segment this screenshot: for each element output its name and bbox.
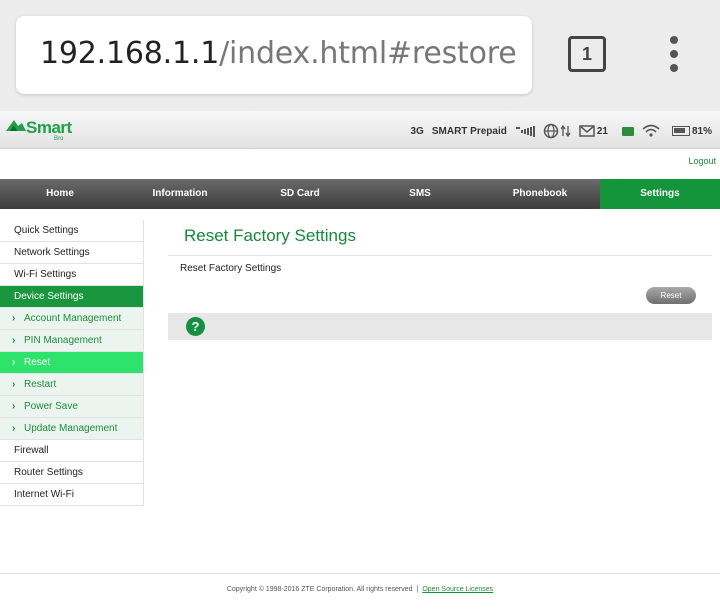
wifi-icon <box>642 124 660 138</box>
smart-logo[interactable]: Smart Bro <box>6 117 76 145</box>
carrier-name: SMART Prepaid <box>431 125 507 137</box>
sidebar-item-device-settings[interactable]: Device Settings <box>0 286 144 308</box>
logo-subtext: Bro <box>54 136 64 142</box>
sidebar-item-restart[interactable]: › Restart <box>0 374 144 396</box>
sms-count: 21 <box>596 125 608 137</box>
sidebar-item-label: PIN Management <box>24 335 102 346</box>
tab-switcher-button[interactable]: 1 <box>568 36 606 72</box>
settings-sidebar: Quick Settings Network Settings Wi-Fi Se… <box>0 220 144 506</box>
chevron-right-icon: › <box>12 357 16 368</box>
sidebar-item-firewall[interactable]: Firewall <box>0 440 144 462</box>
network-type: 3G <box>410 125 424 137</box>
help-icon[interactable]: ? <box>186 317 205 336</box>
page-title: Reset Factory Settings <box>184 226 356 245</box>
sidebar-item-network-settings[interactable]: Network Settings <box>0 242 144 264</box>
copyright-text: Copyright © 1998-2016 ZTE Corporation. A… <box>226 586 413 593</box>
reset-button[interactable]: Reset <box>646 287 696 304</box>
globe-icon <box>543 123 560 139</box>
sidebar-item-router-settings[interactable]: Router Settings <box>0 462 144 484</box>
sidebar-item-label: Update Management <box>24 423 118 434</box>
nav-sd-card[interactable]: SD Card <box>240 179 360 209</box>
sidebar-item-label: Account Management <box>24 313 122 324</box>
sidebar-item-power-save[interactable]: › Power Save <box>0 396 144 418</box>
sim-icon <box>621 126 634 136</box>
sidebar-item-account-management[interactable]: › Account Management <box>0 308 144 330</box>
url-text[interactable]: 192.168.1.1/index.html#restore <box>40 36 517 71</box>
address-bar[interactable]: 192.168.1.1/index.html#restore <box>16 16 532 94</box>
divider <box>168 255 712 256</box>
browser-toolbar: 192.168.1.1/index.html#restore 1 <box>0 0 720 111</box>
divider <box>0 573 720 574</box>
logout-row: Logout <box>0 150 720 178</box>
sidebar-item-update-management[interactable]: › Update Management <box>0 418 144 440</box>
footer-separator: | <box>416 586 419 593</box>
data-transfer-icon <box>560 125 571 137</box>
open-source-licenses-link[interactable]: Open Source Licenses <box>422 586 493 593</box>
chevron-right-icon: › <box>12 379 16 390</box>
chevron-right-icon: › <box>12 423 16 434</box>
sidebar-item-quick-settings[interactable]: Quick Settings <box>0 220 144 242</box>
sidebar-item-reset[interactable]: › Reset <box>0 352 144 374</box>
main-nav: Home Information SD Card SMS Phonebook S… <box>0 179 720 209</box>
router-header: Smart Bro 3G SMART Prepaid 21 81% <box>0 111 720 149</box>
url-path: /index.html#restore <box>219 36 517 71</box>
sidebar-item-label: Reset <box>24 357 51 368</box>
nav-settings[interactable]: Settings <box>600 179 720 209</box>
battery-percent: 81% <box>691 125 712 137</box>
battery-icon <box>671 126 690 136</box>
url-host: 192.168.1.1 <box>40 36 220 71</box>
logo-text: Smart <box>26 118 72 137</box>
status-bar: 3G SMART Prepaid 21 81% <box>403 123 712 139</box>
footer: Copyright © 1998-2016 ZTE Corporation. A… <box>0 586 720 593</box>
sidebar-item-wifi-settings[interactable]: Wi-Fi Settings <box>0 264 144 286</box>
sidebar-item-internet-wifi[interactable]: Internet Wi-Fi <box>0 484 144 506</box>
smart-logo-icon <box>6 120 26 131</box>
chevron-right-icon: › <box>12 401 16 412</box>
nav-phonebook[interactable]: Phonebook <box>480 179 600 209</box>
chevron-right-icon: › <box>12 335 16 346</box>
nav-information[interactable]: Information <box>120 179 240 209</box>
chevron-right-icon: › <box>12 313 16 324</box>
sidebar-item-label: Power Save <box>24 401 78 412</box>
logout-link[interactable]: Logout <box>688 156 716 166</box>
nav-home[interactable]: Home <box>0 179 120 209</box>
section-label: Reset Factory Settings <box>180 263 282 274</box>
help-bar: ? <box>168 313 712 340</box>
nav-sms[interactable]: SMS <box>360 179 480 209</box>
signal-strength-icon <box>515 125 535 137</box>
sidebar-item-pin-management[interactable]: › PIN Management <box>0 330 144 352</box>
mail-icon[interactable] <box>579 125 595 137</box>
more-vert-icon[interactable] <box>662 36 686 72</box>
sidebar-item-label: Restart <box>24 379 57 390</box>
